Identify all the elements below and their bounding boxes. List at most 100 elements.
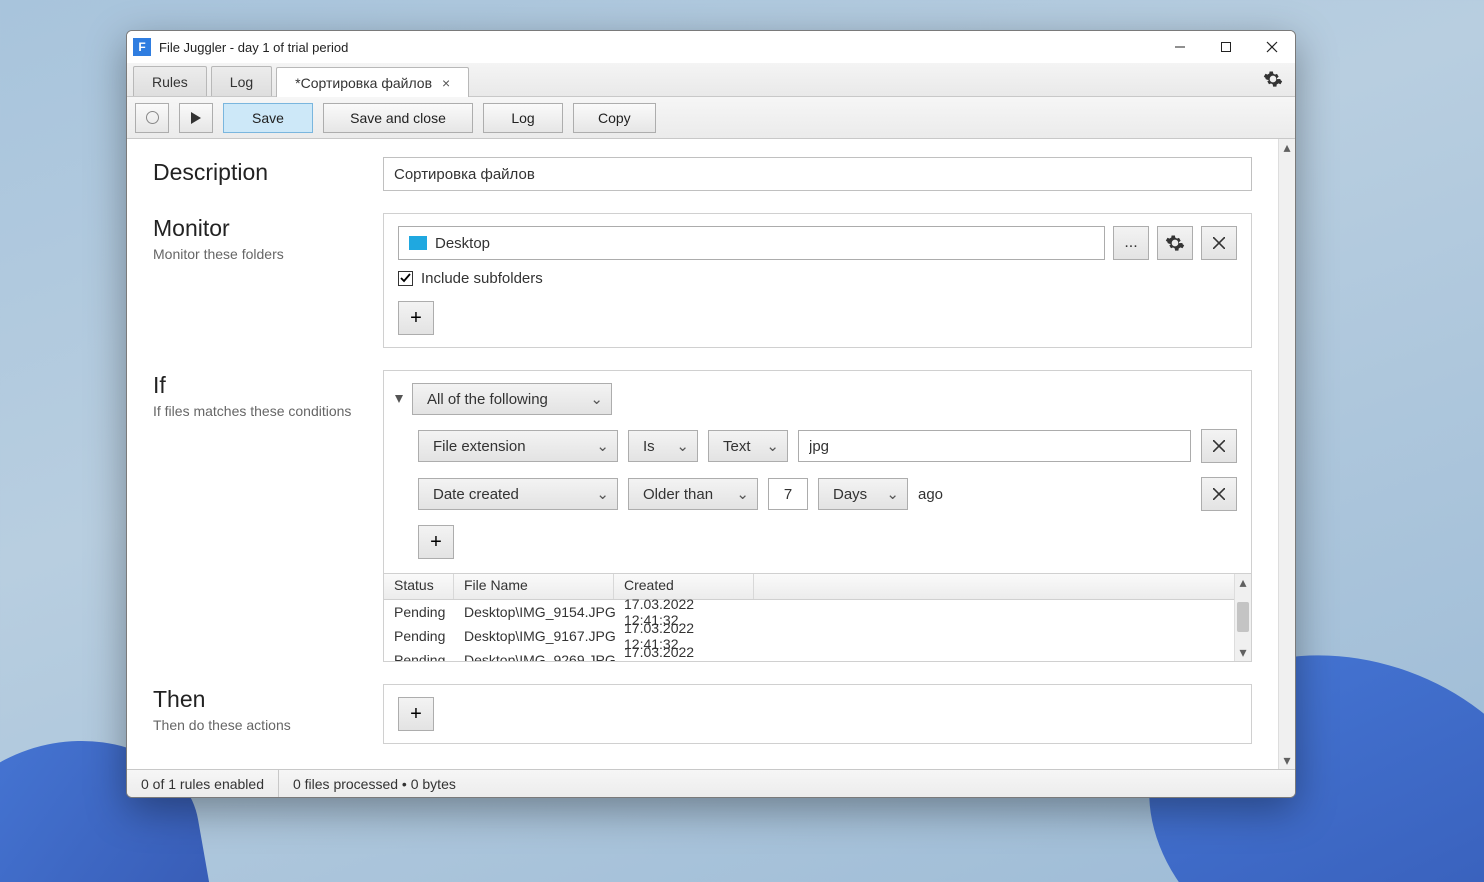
- tab-label: *Сортировка файлов: [295, 75, 432, 91]
- condition-type-select[interactable]: Text ⌄: [708, 430, 788, 462]
- chevron-down-icon: ⌄: [736, 485, 749, 503]
- expand-collapse-toggle[interactable]: [392, 392, 406, 406]
- tab-active-rule[interactable]: *Сортировка файлов ×: [276, 67, 469, 97]
- button-label: Log: [511, 110, 534, 126]
- add-folder-button[interactable]: +: [398, 301, 434, 335]
- select-value: Text: [723, 438, 751, 455]
- table-scrollbar[interactable]: ▴ ▾: [1234, 574, 1251, 661]
- section-heading: Description: [153, 159, 363, 186]
- conditions-panel: All of the following ⌄ File extension ⌄: [383, 370, 1252, 574]
- condition-operator-select[interactable]: Is ⌄: [628, 430, 698, 462]
- button-label: Copy: [598, 110, 631, 126]
- section-heading: Then: [153, 686, 363, 713]
- chevron-down-icon: ⌄: [596, 437, 609, 455]
- monitor-panel: Desktop ...: [383, 213, 1252, 348]
- chevron-down-icon: ⌄: [596, 485, 609, 503]
- table-row[interactable]: Pending Desktop\IMG_9167.JPG 17.03.2022 …: [384, 624, 1251, 648]
- save-button[interactable]: Save: [223, 103, 313, 133]
- column-header-filename[interactable]: File Name: [454, 574, 614, 599]
- cell-status: Pending: [384, 628, 454, 644]
- select-value: All of the following: [427, 391, 548, 408]
- close-icon: [1213, 488, 1225, 500]
- select-value: Is: [643, 438, 655, 455]
- checkbox-icon: [398, 271, 413, 286]
- condition-unit-select[interactable]: Days ⌄: [818, 478, 908, 510]
- circle-icon: [146, 111, 159, 124]
- copy-button[interactable]: Copy: [573, 103, 656, 133]
- button-label: Save: [252, 110, 284, 126]
- chevron-down-icon: ⌄: [886, 485, 899, 503]
- section-monitor: Monitor Monitor these folders Desktop ..…: [153, 213, 1252, 348]
- cell-filename: Desktop\IMG_9154.JPG: [454, 604, 614, 620]
- select-value: Older than: [643, 486, 713, 503]
- table-header: Status File Name Created: [384, 574, 1251, 600]
- section-subheading: Then do these actions: [153, 717, 363, 733]
- status-rules-enabled: 0 of 1 rules enabled: [127, 770, 279, 797]
- triangle-down-icon: [395, 395, 403, 403]
- folder-icon: [409, 236, 427, 250]
- condition-field-select[interactable]: File extension ⌄: [418, 430, 618, 462]
- button-label: Save and close: [350, 110, 446, 126]
- column-header-empty: [754, 574, 1251, 599]
- condition-row: Date created ⌄ Older than ⌄ Days ⌄: [418, 477, 1237, 511]
- titlebar: F File Juggler - day 1 of trial period: [127, 31, 1295, 63]
- chevron-down-icon: ⌄: [590, 390, 603, 408]
- group-mode-select[interactable]: All of the following ⌄: [412, 383, 612, 415]
- toolbar: Save Save and close Log Copy: [127, 97, 1295, 139]
- close-icon: [1213, 237, 1225, 249]
- description-input[interactable]: [383, 157, 1252, 191]
- section-then: Then Then do these actions +: [153, 684, 1252, 744]
- record-button[interactable]: [135, 103, 169, 133]
- settings-button[interactable]: [1261, 67, 1285, 91]
- minimize-button[interactable]: [1157, 31, 1203, 63]
- add-action-button[interactable]: +: [398, 697, 434, 731]
- scroll-up-icon[interactable]: ▴: [1235, 574, 1251, 591]
- scroll-thumb[interactable]: [1237, 602, 1249, 632]
- cell-status: Pending: [384, 604, 454, 620]
- tab-label: Log: [230, 74, 253, 90]
- gear-icon: [1165, 233, 1185, 253]
- save-and-close-button[interactable]: Save and close: [323, 103, 473, 133]
- scroll-up-icon[interactable]: ▴: [1279, 139, 1295, 156]
- play-icon: [191, 112, 201, 124]
- include-subfolders-checkbox[interactable]: Include subfolders: [398, 270, 1237, 287]
- condition-suffix-label: ago: [918, 486, 943, 503]
- add-condition-button[interactable]: +: [418, 525, 454, 559]
- tab-rules[interactable]: Rules: [133, 66, 207, 96]
- scroll-down-icon[interactable]: ▾: [1279, 752, 1295, 769]
- play-button[interactable]: [179, 103, 213, 133]
- cell-filename: Desktop\IMG_9269.JPG: [454, 652, 614, 662]
- folder-settings-button[interactable]: [1157, 226, 1193, 260]
- scroll-down-icon[interactable]: ▾: [1235, 644, 1251, 661]
- column-header-status[interactable]: Status: [384, 574, 454, 599]
- condition-value-input[interactable]: [798, 430, 1191, 462]
- maximize-button[interactable]: [1203, 31, 1249, 63]
- remove-folder-button[interactable]: [1201, 226, 1237, 260]
- tab-log[interactable]: Log: [211, 66, 272, 96]
- status-files-processed: 0 files processed • 0 bytes: [279, 770, 470, 797]
- table-row[interactable]: Pending Desktop\IMG_9269.JPG 17.03.2022 …: [384, 648, 1251, 662]
- matching-files-table: Status File Name Created Pending Desktop…: [383, 574, 1252, 662]
- scroll-area: Description Monitor Monitor these folder…: [127, 139, 1278, 769]
- cell-created: 17.03.2022 12:41:32: [614, 644, 754, 662]
- folder-name: Desktop: [435, 235, 490, 252]
- content-scrollbar[interactable]: ▴ ▾: [1278, 139, 1295, 769]
- condition-value-input[interactable]: [768, 478, 808, 510]
- log-button[interactable]: Log: [483, 103, 563, 133]
- remove-condition-button[interactable]: [1201, 477, 1237, 511]
- close-button[interactable]: [1249, 31, 1295, 63]
- select-value: Days: [833, 486, 867, 503]
- plus-icon: +: [410, 703, 422, 726]
- app-icon: F: [133, 38, 151, 56]
- remove-condition-button[interactable]: [1201, 429, 1237, 463]
- table-row[interactable]: Pending Desktop\IMG_9154.JPG 17.03.2022 …: [384, 600, 1251, 624]
- chevron-down-icon: ⌄: [766, 437, 779, 455]
- monitor-folder-field[interactable]: Desktop: [398, 226, 1105, 260]
- condition-field-select[interactable]: Date created ⌄: [418, 478, 618, 510]
- browse-button[interactable]: ...: [1113, 226, 1149, 260]
- table-body: Pending Desktop\IMG_9154.JPG 17.03.2022 …: [384, 600, 1251, 662]
- condition-operator-select[interactable]: Older than ⌄: [628, 478, 758, 510]
- close-icon[interactable]: ×: [442, 75, 450, 91]
- cell-status: Pending: [384, 652, 454, 662]
- section-subheading: Monitor these folders: [153, 246, 363, 262]
